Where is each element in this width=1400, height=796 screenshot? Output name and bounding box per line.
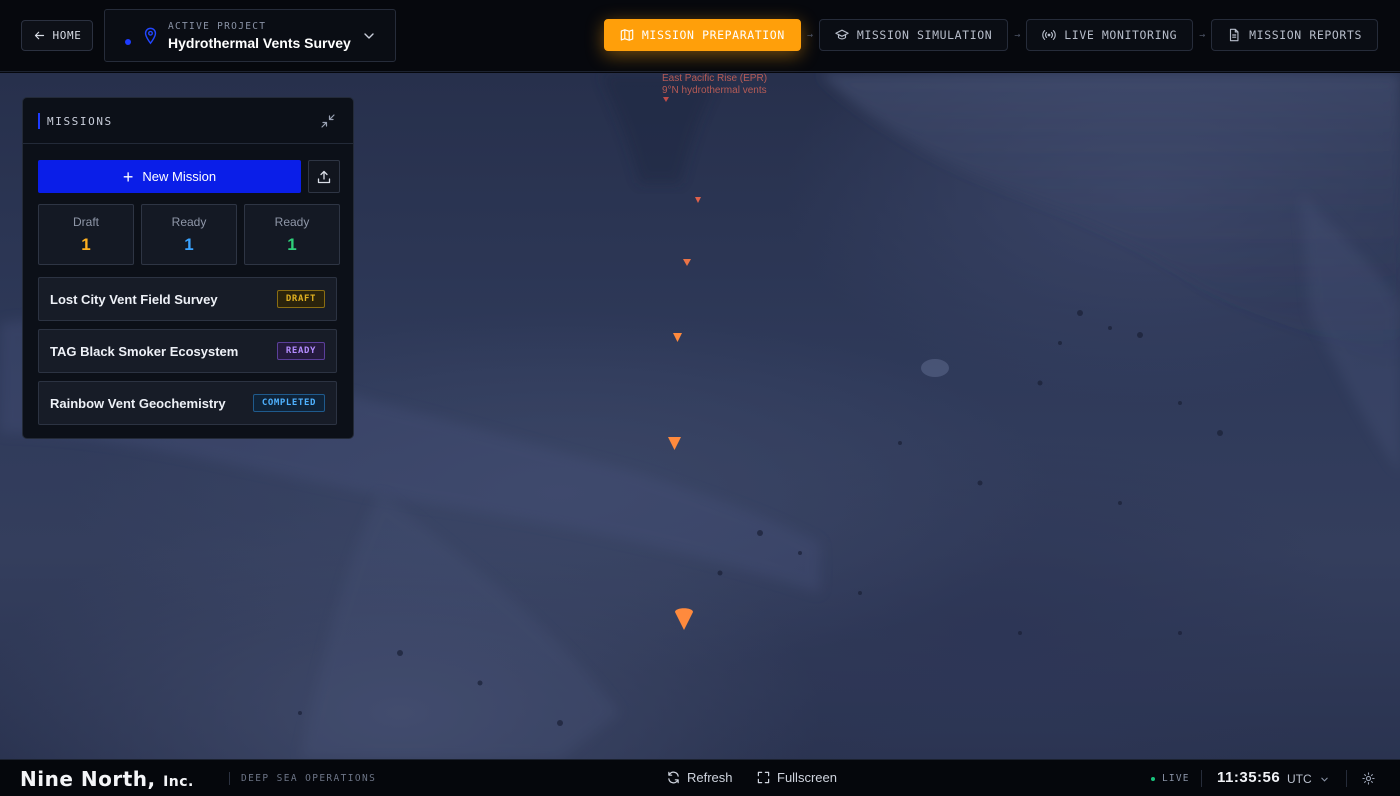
step-arrow: → — [1014, 29, 1021, 41]
fullscreen-label: Fullscreen — [777, 770, 837, 785]
workflow-steps: MISSION PREPARATION → MISSION SIMULATION… — [603, 19, 1378, 51]
plus-icon: + — [122, 166, 134, 187]
arrow-left-icon — [34, 31, 44, 40]
collapse-icon[interactable] — [321, 114, 335, 128]
stat-value: 1 — [184, 235, 194, 254]
new-mission-button[interactable]: + New Mission — [38, 160, 301, 193]
step-live-monitoring[interactable]: LIVE MONITORING — [1026, 19, 1194, 51]
project-name: Hydrothermal Vents Survey — [168, 35, 351, 51]
graduation-cap-icon — [835, 29, 849, 40]
brand-suffix: Inc. — [163, 774, 194, 790]
waypoint-marker[interactable] — [668, 437, 681, 450]
chevron-down-icon — [1320, 777, 1328, 782]
chevron-down-icon — [364, 33, 374, 39]
timezone-selector[interactable]: UTC — [1287, 772, 1329, 786]
stat-ready-completed[interactable]: Ready 1 — [244, 204, 340, 265]
step-label: MISSION REPORTS — [1249, 28, 1362, 42]
step-label: LIVE MONITORING — [1064, 28, 1178, 42]
step-arrow: → — [806, 29, 813, 41]
waypoint-marker[interactable] — [695, 197, 701, 203]
stat-draft[interactable]: Draft 1 — [38, 204, 134, 265]
step-mission-reports[interactable]: MISSION REPORTS — [1211, 19, 1378, 51]
tagline: DEEP SEA OPERATIONS — [241, 773, 377, 784]
waypoint-marker[interactable] — [663, 97, 669, 102]
top-bar: HOME ACTIVE PROJECT Hydrothermal Vents S… — [0, 0, 1400, 72]
live-indicator: LIVE — [1151, 773, 1190, 784]
panel-title: MISSIONS — [47, 115, 113, 128]
divider — [1201, 770, 1202, 787]
status-dot — [125, 39, 131, 45]
new-mission-label: New Mission — [142, 169, 217, 184]
project-label: ACTIVE PROJECT — [168, 21, 267, 32]
refresh-label: Refresh — [687, 770, 733, 785]
status-badge: COMPLETED — [252, 394, 325, 412]
mission-name: Rainbow Vent Geochemistry — [50, 396, 226, 411]
stat-value: 1 — [81, 235, 91, 254]
divider — [1346, 770, 1347, 787]
map-pin-icon — [144, 27, 157, 45]
document-icon — [1230, 28, 1239, 42]
home-label: HOME — [52, 29, 82, 42]
refresh-icon — [668, 771, 679, 784]
step-label: MISSION PREPARATION — [641, 28, 785, 42]
missions-panel: MISSIONS + New Mission Draft 1 Ready 1 R… — [22, 97, 354, 439]
broadcast-icon — [1042, 30, 1056, 40]
refresh-button[interactable]: Refresh — [667, 770, 733, 785]
mission-name: Lost City Vent Field Survey — [50, 292, 218, 307]
stat-value: 1 — [287, 235, 297, 254]
step-mission-simulation[interactable]: MISSION SIMULATION — [818, 19, 1009, 51]
divider — [229, 772, 230, 785]
mission-item[interactable]: Lost City Vent Field Survey DRAFT — [38, 277, 337, 321]
waypoint-marker[interactable] — [673, 333, 682, 342]
brand-name: Nine North, — [20, 767, 156, 791]
mission-name: TAG Black Smoker Ecosystem — [50, 344, 239, 359]
mission-item[interactable]: TAG Black Smoker Ecosystem READY — [38, 329, 337, 373]
stat-label: Draft — [72, 215, 99, 229]
fullscreen-icon — [757, 771, 770, 784]
status-badge: DRAFT — [276, 290, 325, 308]
fullscreen-button[interactable]: Fullscreen — [757, 770, 837, 785]
import-button[interactable] — [308, 160, 340, 193]
theme-toggle-icon[interactable] — [1362, 772, 1375, 785]
status-badge: READY — [276, 342, 325, 360]
status-bar: Nine North, Inc. DEEP SEA OPERATIONS Ref… — [0, 759, 1400, 796]
header-accent — [38, 113, 40, 129]
step-label: MISSION SIMULATION — [856, 28, 993, 42]
map-icon — [620, 29, 634, 41]
stat-label: Ready — [171, 215, 207, 229]
project-selector[interactable]: ACTIVE PROJECT Hydrothermal Vents Survey — [104, 9, 396, 62]
step-mission-preparation[interactable]: MISSION PREPARATION — [603, 19, 801, 51]
step-arrow: → — [1199, 29, 1206, 41]
timezone-label: UTC — [1287, 772, 1312, 786]
mission-item[interactable]: Rainbow Vent Geochemistry COMPLETED — [38, 381, 337, 425]
brand-logo: Nine North, Inc. — [20, 767, 194, 791]
upload-icon — [317, 170, 331, 183]
live-dot — [1151, 776, 1155, 781]
clock-time: 11:35:56 — [1217, 769, 1281, 786]
home-button[interactable]: HOME — [21, 20, 93, 51]
stat-label: Ready — [274, 215, 310, 229]
waypoint-marker[interactable] — [683, 259, 691, 266]
panel-header: MISSIONS — [23, 98, 353, 144]
stat-ready[interactable]: Ready 1 — [141, 204, 237, 265]
live-label: LIVE — [1162, 773, 1190, 784]
waypoint-marker[interactable] — [675, 608, 693, 630]
